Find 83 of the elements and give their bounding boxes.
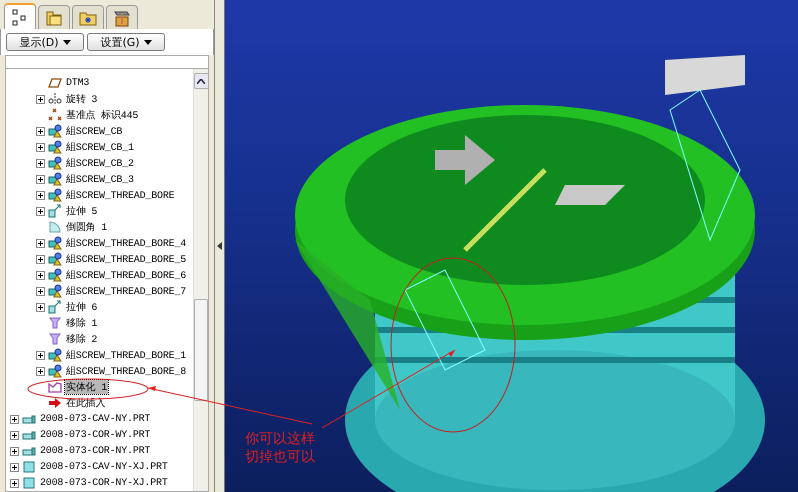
panel-tab[interactable] bbox=[4, 3, 36, 30]
group-icon bbox=[48, 348, 62, 362]
tree-item[interactable]: 2008-073-COR-WY.PRT bbox=[39, 430, 152, 440]
tree-item[interactable]: 2008-073-COR-NY.PRT bbox=[39, 446, 152, 456]
expand-icon[interactable] bbox=[36, 286, 45, 296]
expand-icon[interactable] bbox=[36, 94, 45, 104]
scrollbar[interactable] bbox=[193, 69, 208, 491]
tree-item[interactable]: 組SCREW_THREAD_BORE_8 bbox=[65, 364, 188, 378]
tree-item[interactable]: 組SCREW_THREAD_BORE_6 bbox=[65, 268, 188, 282]
extrude-icon bbox=[48, 204, 62, 218]
up-caret-icon bbox=[197, 78, 205, 84]
tree-item[interactable]: 組SCREW_CB bbox=[65, 124, 124, 138]
tree-item[interactable]: 旋转 3 bbox=[65, 92, 98, 106]
tree-item[interactable]: 組SCREW_THREAD_BORE_4 bbox=[65, 236, 188, 250]
group-icon bbox=[48, 140, 62, 154]
group-icon bbox=[48, 284, 62, 298]
expand-icon[interactable] bbox=[36, 366, 45, 376]
expand-icon[interactable] bbox=[10, 446, 19, 456]
group-icon bbox=[48, 364, 62, 378]
expand-icon[interactable] bbox=[36, 174, 45, 184]
tree-item[interactable]: 拉伸 6 bbox=[65, 300, 98, 314]
annotation-text: 你可以这样 切掉也可以 bbox=[245, 430, 315, 466]
expand-icon[interactable] bbox=[36, 190, 45, 200]
tree-item[interactable]: 組SCREW_THREAD_BORE_7 bbox=[65, 284, 188, 298]
expand-icon[interactable] bbox=[10, 478, 19, 488]
remove-icon bbox=[48, 316, 62, 330]
remove-icon bbox=[48, 332, 62, 346]
tree-item[interactable]: 2008-073-COR-NY-XJ.PRT bbox=[39, 478, 169, 488]
round-icon bbox=[48, 220, 62, 234]
expand-icon[interactable] bbox=[36, 254, 45, 264]
group-icon bbox=[48, 188, 62, 202]
tree-item[interactable]: 2008-073-CAV-NY.PRT bbox=[39, 414, 152, 424]
group-icon bbox=[48, 252, 62, 266]
expand-icon[interactable] bbox=[36, 350, 45, 360]
datum-plane-icon bbox=[48, 76, 62, 90]
collapse-arrow-icon bbox=[217, 242, 222, 250]
tree-item[interactable]: 組SCREW_THREAD_BORE_1 bbox=[65, 348, 188, 362]
revolve-icon bbox=[48, 92, 62, 106]
extrude-icon bbox=[48, 300, 62, 314]
panel-tab[interactable] bbox=[72, 5, 104, 30]
tree-item[interactable]: DTM3 bbox=[65, 78, 90, 88]
datum-point-icon bbox=[48, 108, 62, 122]
tree-item[interactable]: 移除 1 bbox=[65, 316, 98, 330]
group-icon bbox=[48, 268, 62, 282]
expand-icon[interactable] bbox=[36, 238, 45, 248]
expand-icon[interactable] bbox=[36, 206, 45, 216]
group-icon bbox=[48, 236, 62, 250]
scroll-thumb[interactable] bbox=[194, 299, 208, 401]
tree-item[interactable]: 組SCREW_CB_1 bbox=[65, 140, 135, 154]
expand-icon[interactable] bbox=[36, 302, 45, 312]
tree-item[interactable]: 实体化 1 bbox=[65, 380, 108, 394]
tree-item[interactable]: 倒圆角 1 bbox=[65, 220, 108, 234]
part-block-icon bbox=[22, 476, 36, 490]
group-icon bbox=[48, 172, 62, 186]
part-block-icon bbox=[22, 460, 36, 474]
tree-item[interactable]: 2008-073-CAV-NY-XJ.PRT bbox=[39, 462, 169, 472]
expand-icon[interactable] bbox=[36, 142, 45, 152]
tree-item[interactable]: 組SCREW_THREAD_BORE bbox=[65, 188, 176, 202]
scroll-up-button[interactable] bbox=[194, 73, 208, 89]
splitter[interactable] bbox=[215, 0, 225, 492]
insert-arrow-icon bbox=[48, 396, 62, 410]
tree-item[interactable]: 基准点 标识445 bbox=[65, 108, 140, 122]
caret-icon bbox=[144, 40, 152, 44]
group-icon bbox=[48, 124, 62, 138]
expand-icon[interactable] bbox=[36, 270, 45, 280]
expand-icon[interactable] bbox=[36, 158, 45, 168]
expand-icon[interactable] bbox=[10, 430, 19, 440]
tree-item[interactable]: 組SCREW_CB_3 bbox=[65, 172, 135, 186]
expand-icon[interactable] bbox=[10, 462, 19, 472]
panel-tab[interactable] bbox=[106, 5, 138, 30]
solidify-icon bbox=[48, 380, 62, 394]
folders-icon bbox=[45, 9, 63, 27]
dropdown-button[interactable]: 显示(D) bbox=[6, 33, 84, 51]
expand-icon[interactable] bbox=[10, 414, 19, 424]
group-icon bbox=[48, 156, 62, 170]
tree-item[interactable]: 組SCREW_THREAD_BORE_5 bbox=[65, 252, 188, 266]
expand-icon[interactable] bbox=[36, 126, 45, 136]
dropdown-button[interactable]: 设置(G) bbox=[87, 33, 165, 51]
caret-icon bbox=[62, 40, 71, 44]
tree-item[interactable]: 組SCREW_CB_2 bbox=[65, 156, 135, 170]
tree-item[interactable]: 移除 2 bbox=[65, 332, 98, 346]
tree-item[interactable]: 拉伸 5 bbox=[65, 204, 98, 218]
hammer-box-icon bbox=[113, 9, 131, 27]
